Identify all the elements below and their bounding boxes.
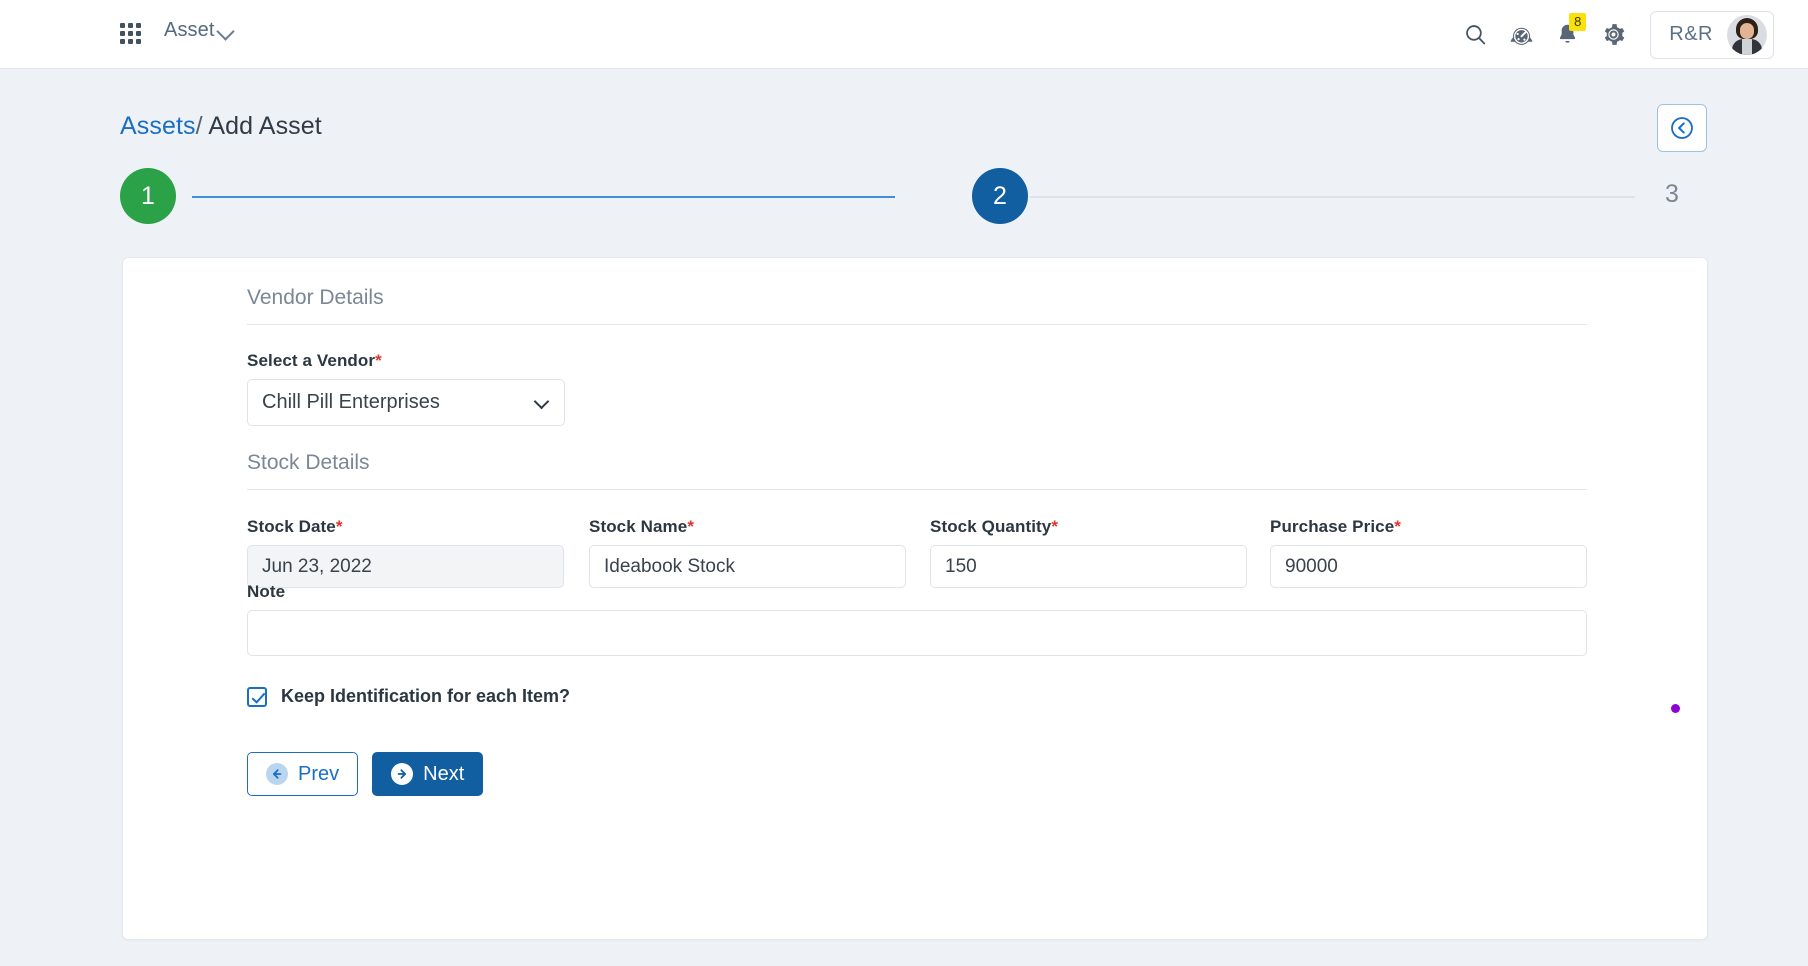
keep-identification-checkbox-row[interactable]: Keep Identification for each Item?	[247, 686, 570, 707]
required-marker: *	[1051, 517, 1059, 536]
speedometer-icon	[1510, 27, 1533, 45]
stepper-step-1[interactable]: 1	[120, 168, 176, 224]
user-initials-label: R&R	[1669, 23, 1713, 45]
settings-button[interactable]	[1590, 12, 1636, 58]
vendor-details-section-title: Vendor Details	[247, 286, 384, 309]
purchase-price-field-label: Purchase Price*	[1270, 517, 1401, 537]
breadcrumb-separator: /	[195, 112, 203, 140]
required-marker: *	[687, 517, 695, 536]
user-menu-button[interactable]: R&R	[1650, 10, 1774, 59]
next-button[interactable]: Next	[372, 752, 484, 796]
chevron-down-icon[interactable]	[216, 22, 235, 41]
prev-button-label: Prev	[298, 762, 340, 785]
required-marker: *	[375, 351, 382, 370]
add-asset-form-card: Vendor Details Select a Vendor* Chill Pi…	[122, 257, 1708, 940]
gear-icon	[1604, 24, 1625, 45]
stock-name-label-text: Stock Name	[589, 517, 688, 536]
purchase-price-input[interactable]	[1270, 545, 1587, 588]
notifications-button[interactable]: 8	[1544, 12, 1590, 58]
vendor-select-wrapper: Chill Pill Enterprises	[247, 379, 565, 426]
purchase-price-label-text: Purchase Price	[1270, 517, 1395, 536]
stepper-step-2[interactable]: 2	[972, 168, 1028, 224]
stock-details-section-title: Stock Details	[247, 451, 370, 474]
keep-identification-label: Keep Identification for each Item?	[281, 686, 571, 706]
search-icon	[1465, 25, 1485, 45]
prev-button[interactable]: Prev	[247, 752, 359, 796]
next-button-label: Next	[423, 762, 465, 785]
stock-quantity-input[interactable]	[930, 545, 1247, 588]
vendor-field-label: Select a Vendor*	[247, 351, 382, 371]
wizard-stepper: 1 2 3	[120, 168, 1710, 228]
stock-details-divider	[247, 489, 1587, 490]
stock-date-label-text: Stock Date	[247, 517, 336, 536]
top-navigation-bar: Asset 8 R&R	[0, 0, 1808, 69]
stock-quantity-label-text: Stock Quantity	[930, 517, 1052, 536]
breadcrumb-link-assets[interactable]: Assets	[120, 112, 196, 140]
avatar	[1727, 14, 1767, 55]
stock-date-input[interactable]	[247, 545, 564, 588]
vendor-label-text: Select a Vendor	[247, 351, 376, 370]
vendor-select[interactable]: Chill Pill Enterprises	[247, 379, 565, 426]
vendor-details-divider	[247, 324, 1587, 325]
note-textarea[interactable]	[247, 610, 1587, 656]
purple-dot-indicator	[1671, 704, 1680, 713]
circle-chevron-left-icon	[1671, 117, 1693, 139]
arrow-left-circle-icon	[266, 763, 288, 785]
topbar-icon-group: 8 R&R	[1452, 0, 1808, 69]
stock-quantity-field-label: Stock Quantity*	[930, 517, 1058, 537]
stepper-connector-completed	[192, 196, 895, 198]
grid-apps-icon[interactable]	[120, 23, 144, 47]
note-field-label: Note	[247, 582, 286, 601]
required-marker: *	[335, 517, 343, 536]
stock-date-field-label: Stock Date*	[247, 517, 343, 537]
stock-name-input[interactable]	[589, 545, 906, 588]
back-button[interactable]	[1657, 104, 1707, 152]
breadcrumb: Assets/ Add Asset	[120, 112, 322, 141]
search-button[interactable]	[1452, 12, 1498, 58]
arrow-right-circle-icon	[391, 763, 414, 785]
breadcrumb-current: Add Asset	[208, 112, 322, 140]
stepper-step-3[interactable]: 3	[1665, 180, 1679, 209]
keep-identification-checkbox[interactable]	[247, 686, 267, 707]
notification-count-badge: 8	[1569, 12, 1587, 31]
vendor-selected-value: Chill Pill Enterprises	[262, 391, 440, 413]
stock-name-field-label: Stock Name*	[589, 517, 694, 537]
dashboard-button[interactable]	[1498, 12, 1544, 58]
wizard-action-buttons: Prev Next	[247, 752, 484, 796]
stepper-connector-pending	[1030, 196, 1635, 198]
app-name-label[interactable]: Asset	[164, 19, 215, 42]
required-marker: *	[1394, 517, 1401, 536]
